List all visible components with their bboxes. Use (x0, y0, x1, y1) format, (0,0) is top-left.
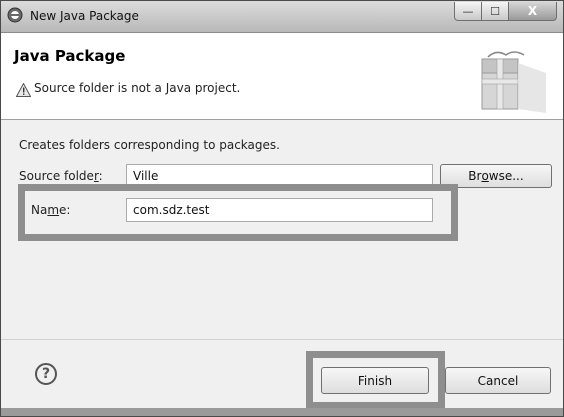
wizard-description: Creates folders corresponding to package… (19, 138, 280, 152)
package-wizard-icon (481, 51, 546, 113)
window-controls: — ☐ X (454, 2, 557, 21)
cancel-button[interactable]: Cancel (445, 367, 551, 394)
name-field[interactable] (126, 198, 433, 222)
footer-separator (1, 339, 563, 340)
minimize-icon: — (462, 4, 474, 18)
source-folder-label: Source folder: (19, 169, 103, 183)
eclipse-icon (7, 7, 23, 23)
warning-message: Source folder is not a Java project. (34, 81, 241, 95)
help-icon[interactable]: ? (35, 363, 57, 385)
wizard-header: Java Package Source folder is not a Java… (1, 33, 563, 120)
close-button[interactable]: X (509, 2, 557, 21)
maximize-button[interactable]: ☐ (482, 2, 509, 21)
warning-icon (16, 83, 31, 97)
page-title: Java Package (14, 47, 126, 65)
maximize-icon: ☐ (490, 4, 500, 18)
minimize-button[interactable]: — (454, 2, 482, 21)
window-title: New Java Package (30, 9, 139, 23)
finish-button[interactable]: Finish (321, 367, 429, 394)
name-label: Name: (31, 203, 71, 217)
title-bar[interactable]: New Java Package — ☐ X (1, 1, 563, 33)
new-java-package-dialog: New Java Package — ☐ X Java Package Sour… (0, 0, 564, 417)
close-icon: X (527, 4, 538, 18)
window-bottom-border (1, 408, 563, 416)
